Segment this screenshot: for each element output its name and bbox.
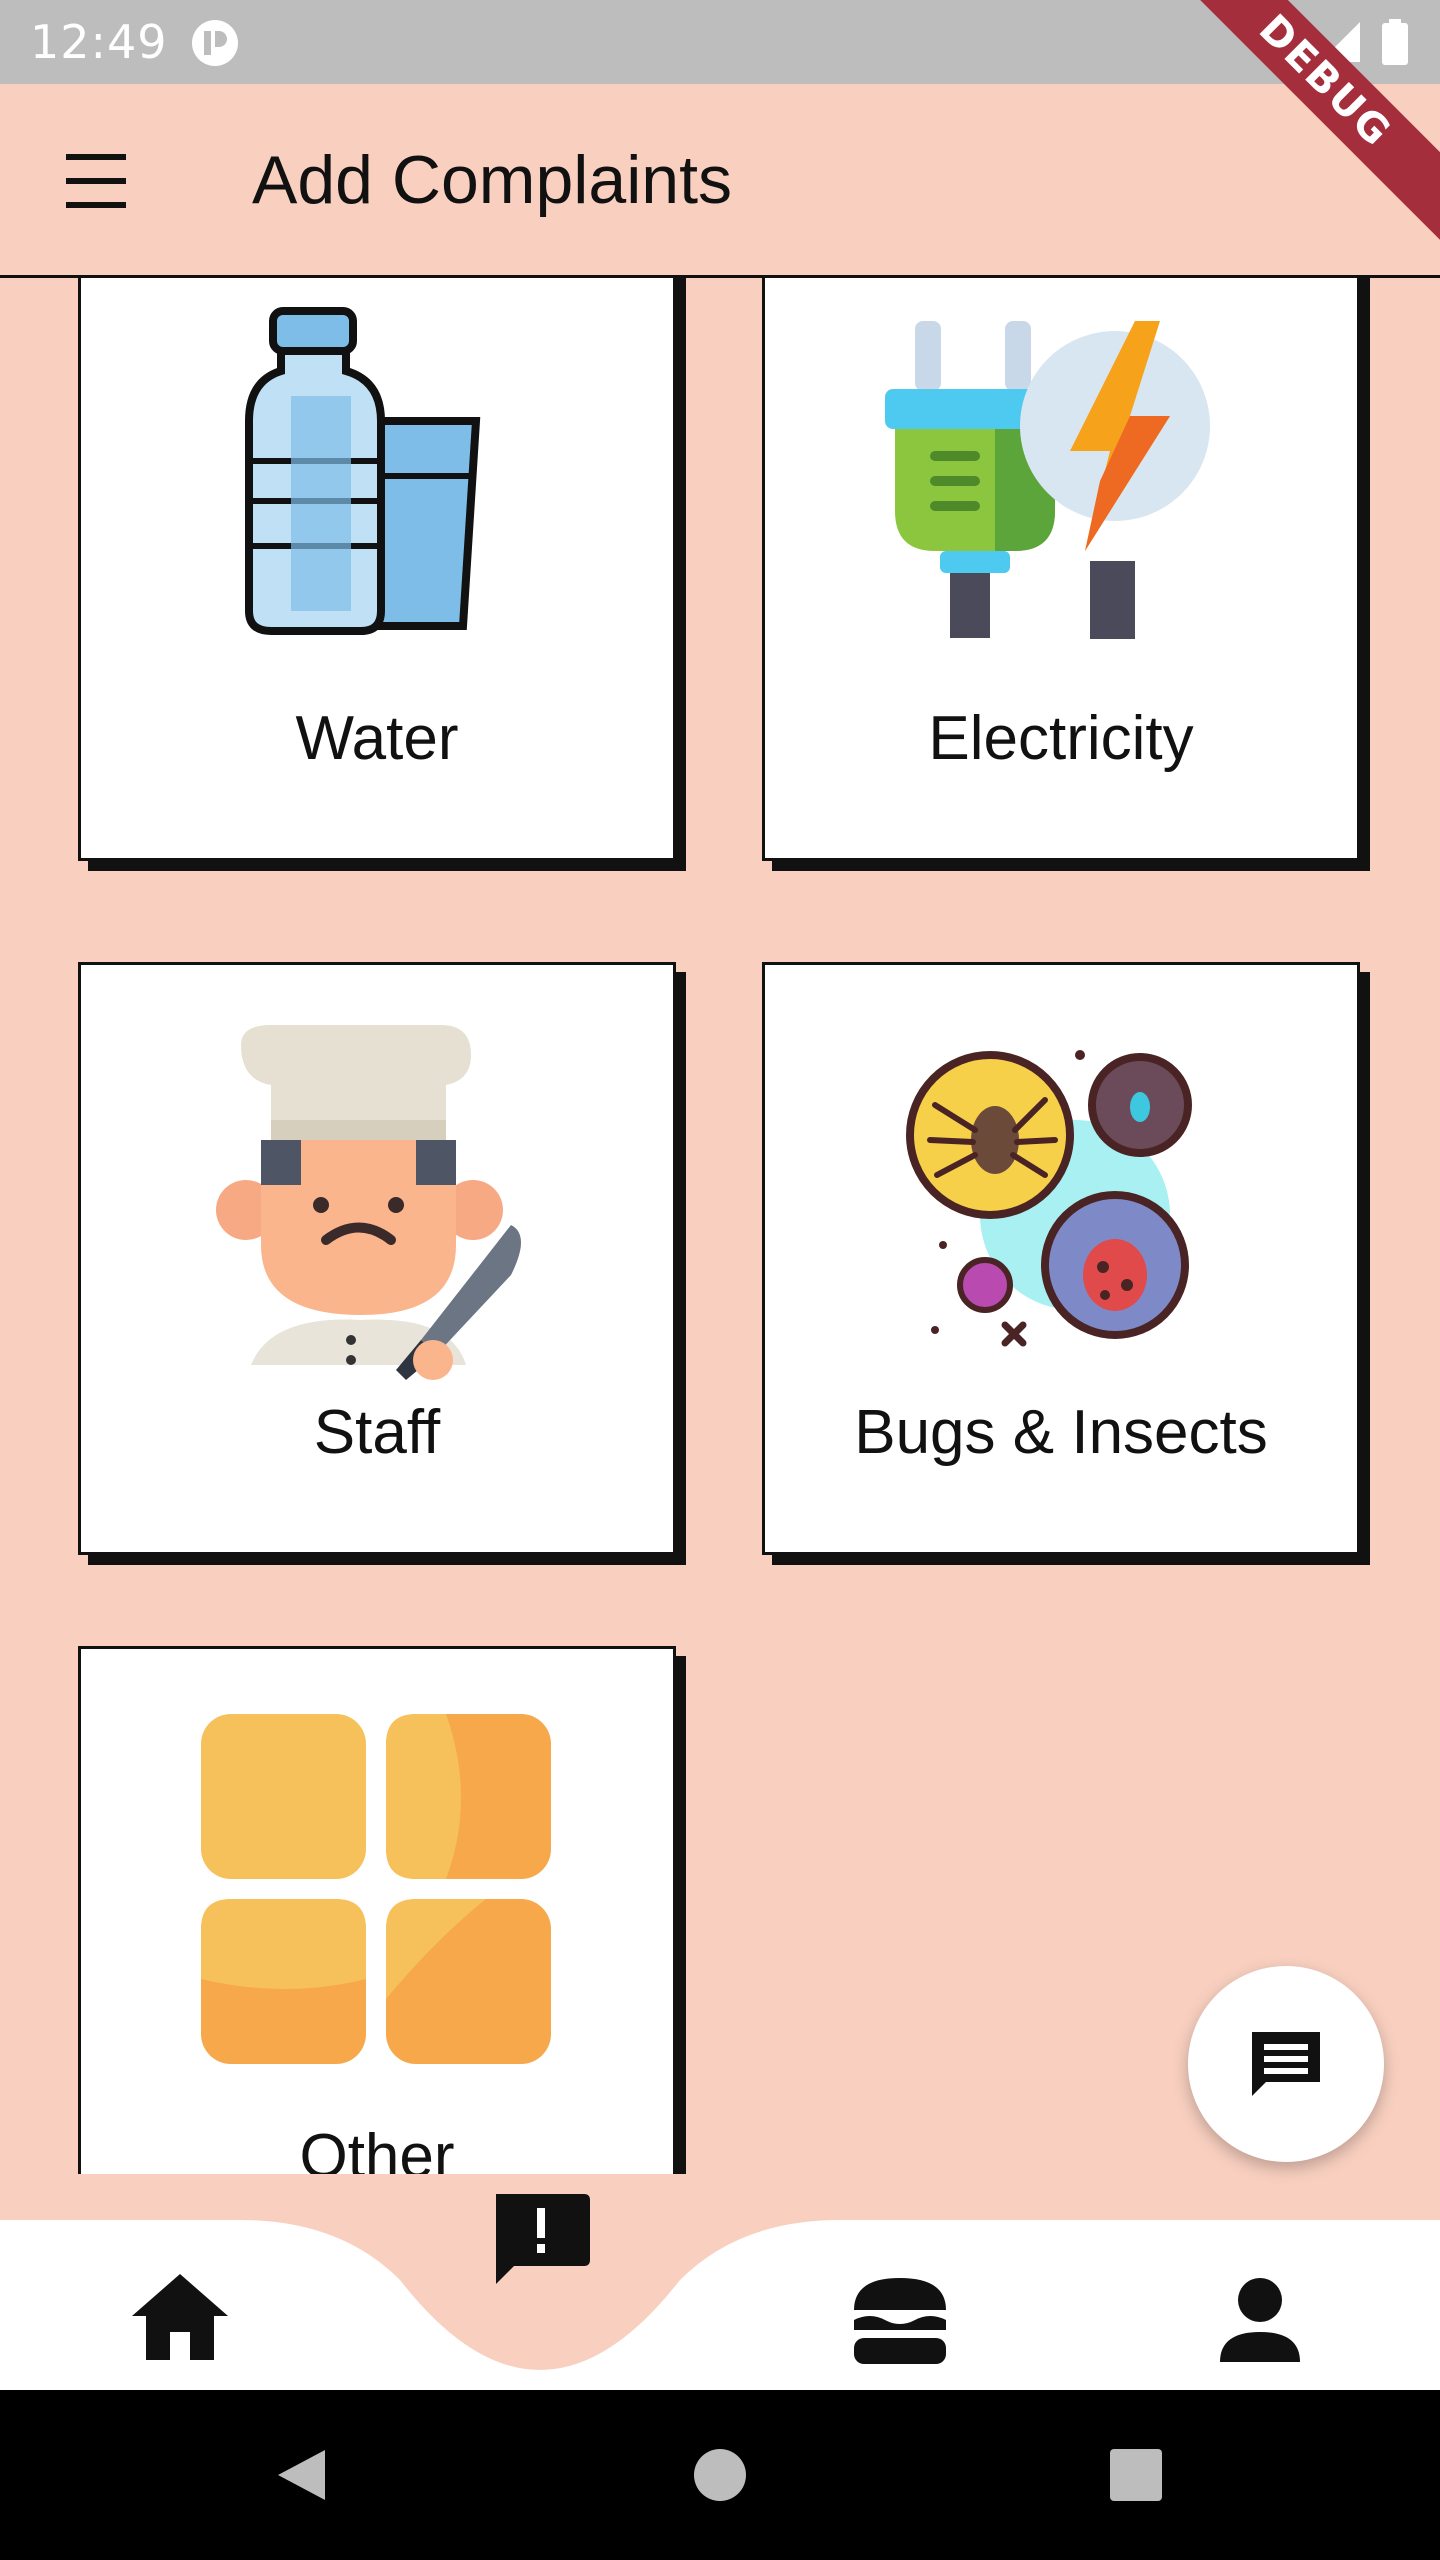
chat-fab-button[interactable] (1188, 1966, 1384, 2162)
app-bar: Add Complaints (0, 84, 1440, 278)
back-icon[interactable] (270, 2445, 330, 2505)
category-card-other[interactable]: Other (78, 1646, 676, 2174)
bottom-navigation-bar (0, 2194, 1440, 2390)
category-card-staff[interactable]: Staff (78, 962, 676, 1555)
nav-food[interactable] (840, 2260, 960, 2380)
category-label: Other (299, 2122, 455, 2174)
plug-lightning-icon (885, 321, 1210, 639)
battery-icon (1382, 19, 1408, 65)
category-label: Water (295, 704, 459, 773)
category-label: Bugs & Insects (854, 1398, 1268, 1467)
category-label: Electricity (928, 704, 1194, 773)
person-icon (1220, 2278, 1300, 2362)
category-card-electricity[interactable]: Electricity (762, 278, 1360, 861)
home-circle-icon[interactable] (690, 2445, 750, 2505)
water-bottle-icon (245, 307, 481, 635)
status-time: 12:49 (30, 15, 168, 69)
chat-icon (1252, 2032, 1320, 2096)
page-title: Add Complaints (252, 142, 733, 218)
app-notification-icon (192, 20, 238, 66)
complaint-icon (496, 2194, 590, 2284)
nav-home[interactable] (120, 2260, 240, 2380)
category-card-bugs-insects[interactable]: Bugs & Insects (762, 962, 1360, 1555)
recents-icon[interactable] (1108, 2447, 1164, 2503)
system-navigation-bar (0, 2390, 1440, 2560)
category-card-water[interactable]: Water (78, 278, 676, 861)
grid-tiles-icon (201, 1714, 551, 2064)
menu-icon[interactable] (60, 154, 132, 208)
category-label: Staff (313, 1398, 441, 1467)
nav-profile[interactable] (1200, 2260, 1320, 2380)
category-grid[interactable]: Water Electricity Staff Bugs & Insects O… (0, 278, 1440, 2174)
nav-complaints[interactable] (480, 2180, 600, 2300)
chef-icon (216, 1025, 521, 1380)
food-icon (854, 2278, 946, 2364)
bugs-icon (906, 1050, 1192, 1347)
home-icon (132, 2274, 228, 2360)
